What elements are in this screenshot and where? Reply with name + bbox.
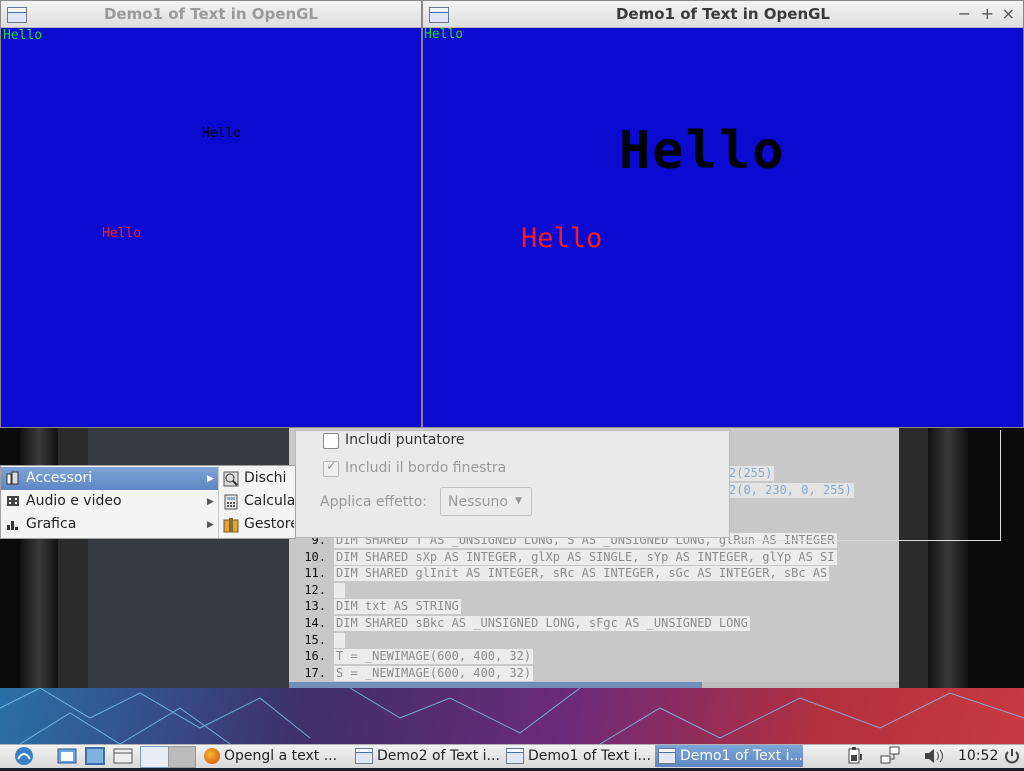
power-icon[interactable]	[1003, 746, 1021, 766]
minimize-icon[interactable]: −	[958, 4, 971, 23]
effect-value: Nessuno	[448, 494, 508, 510]
file-manager-icon[interactable]	[56, 746, 78, 766]
line-number: 10.	[304, 550, 326, 564]
submenu-arrow-icon: ▶	[207, 474, 214, 484]
task-opengl-browser[interactable]: Opengl a text ...	[204, 745, 350, 767]
code-line[interactable]: DIM txt AS STRING	[334, 599, 461, 614]
submenu-item-calcolatrice[interactable]: Calcula	[244, 493, 294, 509]
task-label: Demo2 of Text i...	[377, 748, 500, 764]
effect-dropdown[interactable]: Nessuno ▼	[440, 487, 532, 516]
code-line[interactable]: S = _NEWIMAGE(600, 400, 32)	[334, 666, 534, 681]
clock[interactable]: 10:52	[958, 745, 998, 767]
opengl-window-right[interactable]: Demo1 of Text in OpenGL − + × Hello Hell…	[422, 0, 1024, 428]
title-bar[interactable]: Demo1 of Text in OpenGL − + ×	[423, 1, 1023, 28]
close-icon[interactable]: ×	[1002, 4, 1015, 23]
hello-text-black: Hello	[202, 126, 242, 141]
submenu-item-gestore[interactable]: Gestore	[244, 516, 294, 532]
submenu-arrow-icon: ▶	[207, 520, 214, 530]
line-number: 12.	[304, 583, 326, 597]
menu-item-audio-video[interactable]: Audio e video	[26, 493, 122, 509]
audio-video-icon	[6, 494, 20, 508]
maximize-icon[interactable]: +	[981, 4, 994, 23]
check-icon: ✓	[326, 459, 337, 474]
line-number: 14.	[304, 616, 326, 630]
wallpaper-pattern	[0, 688, 1024, 744]
lubuntu-logo-icon	[15, 747, 33, 765]
chevron-down-icon: ▼	[515, 496, 522, 506]
title-bar[interactable]: Demo1 of Text in OpenGL	[1, 1, 421, 28]
code-line[interactable]: T = _NEWIMAGE(600, 400, 32)	[334, 649, 534, 664]
show-desktop-icon[interactable]	[112, 746, 134, 766]
window-icon	[658, 748, 676, 764]
power-plug-icon[interactable]	[845, 746, 867, 766]
network-icon[interactable]	[878, 746, 902, 766]
firefox-icon	[204, 748, 220, 764]
menu-divider	[218, 466, 219, 538]
task-label: Demo1 of Text i...	[528, 748, 651, 764]
code-line[interactable]: DIM SHARED sBkc AS _UNSIGNED LONG, sFgc …	[334, 616, 750, 631]
dialog-border	[728, 430, 1001, 541]
submenu-item-dischi[interactable]: Dischi	[244, 470, 286, 486]
opengl-window-left[interactable]: Demo1 of Text in OpenGL Hello Hello Hell…	[0, 0, 422, 428]
terminal-icon[interactable]	[84, 746, 106, 766]
line-number: 11.	[304, 566, 326, 580]
archive-manager-icon	[223, 517, 239, 537]
window-icon	[355, 748, 373, 764]
include-border-label[interactable]: Includi il bordo finestra	[345, 460, 506, 476]
window-title: Demo1 of Text in OpenGL	[103, 5, 318, 23]
graphics-icon	[6, 517, 20, 531]
line-number: 13.	[304, 599, 326, 613]
menu-item-grafica[interactable]: Grafica	[26, 516, 76, 532]
hello-text-black-large: Hello	[619, 121, 786, 181]
volume-icon[interactable]	[922, 746, 946, 766]
code-line[interactable]	[334, 583, 346, 598]
accessories-icon	[6, 471, 20, 485]
include-pointer-label[interactable]: Includi puntatore	[345, 432, 465, 448]
line-number: 15.	[304, 633, 326, 647]
task-demo2[interactable]: Demo2 of Text i...	[355, 745, 501, 767]
code-line[interactable]: DIM SHARED sXp AS INTEGER, glXp AS SINGL…	[334, 550, 837, 565]
line-number: 16.	[304, 649, 326, 663]
line-number: 17.	[304, 666, 326, 680]
effect-label: Applica effetto:	[320, 494, 427, 510]
task-demo1[interactable]: Demo1 of Text i...	[506, 745, 652, 767]
submenu-arrow-icon: ▶	[207, 497, 214, 507]
code-line[interactable]	[334, 633, 346, 648]
calculator-icon	[223, 494, 239, 514]
window-title: Demo1 of Text in OpenGL	[615, 5, 830, 23]
task-label: Opengl a text ...	[224, 748, 338, 764]
task-label: Demo1 of Text i...	[680, 748, 803, 764]
workspace-1[interactable]	[140, 746, 170, 768]
disks-icon	[223, 471, 239, 491]
start-menu-button[interactable]	[8, 745, 40, 767]
include-border-checkbox[interactable]: ✓	[323, 459, 339, 477]
hello-text-red-medium: Hello	[521, 223, 603, 254]
desktop-wallpaper	[0, 688, 1024, 744]
menu-item-accessori[interactable]: Accessori	[26, 470, 92, 486]
task-demo1-active[interactable]: Demo1 of Text i...	[655, 745, 803, 767]
editor-scrollbar-thumb[interactable]	[289, 682, 702, 688]
workspace-2[interactable]	[168, 746, 196, 768]
hello-text-green: Hello	[424, 27, 464, 42]
code-line[interactable]: DIM SHARED glInit AS INTEGER, sRc AS INT…	[334, 566, 830, 581]
hello-text-red: Hello	[102, 226, 142, 241]
window-icon	[506, 748, 524, 764]
hello-text-green: Hello	[3, 28, 43, 43]
include-pointer-checkbox[interactable]	[323, 433, 339, 449]
